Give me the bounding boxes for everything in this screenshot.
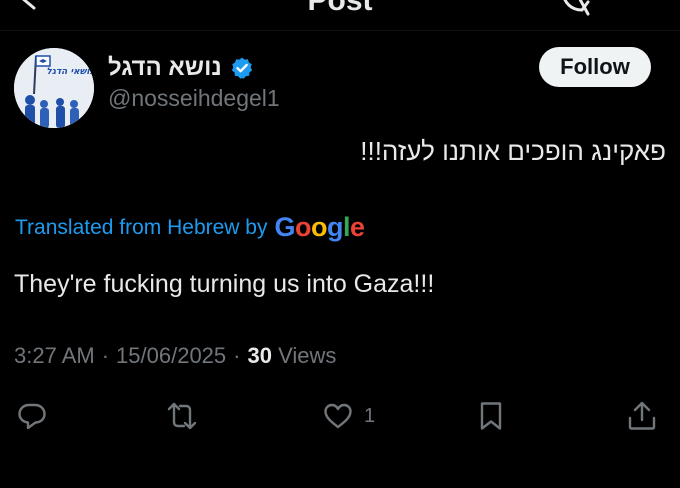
translation-attribution[interactable]: Translated from Hebrew by Google <box>15 212 365 243</box>
author-display-name[interactable]: נושא הדגל <box>108 54 222 82</box>
share-icon <box>628 401 656 430</box>
share-button[interactable] <box>626 398 658 434</box>
heart-icon <box>324 403 352 429</box>
repost-icon <box>167 402 197 430</box>
post-action-bar: 1 <box>0 398 680 438</box>
post-date[interactable]: 15/06/2025 <box>116 343 226 369</box>
like-button[interactable]: 1 <box>322 398 375 434</box>
avatar[interactable]: נושאי הדגל <box>14 48 94 128</box>
post-translated-text: They're fucking turning us into Gaza!!! <box>14 270 435 298</box>
reply-button[interactable] <box>16 398 48 434</box>
views-label: Views <box>278 343 337 368</box>
verified-badge-icon <box>231 57 252 79</box>
repost-button[interactable] <box>166 398 198 434</box>
avatar-logo-text: נושאי הדגל <box>46 67 94 77</box>
like-count: 1 <box>364 404 376 427</box>
bookmark-icon <box>480 402 502 430</box>
avatar-image: נושאי הדגל <box>14 48 94 128</box>
author-handle[interactable]: @nosseihdegel1 <box>108 85 280 112</box>
views-count: 30 <box>247 343 272 368</box>
translation-label: Translated from Hebrew by <box>15 215 268 239</box>
follow-button[interactable]: Follow <box>539 47 651 87</box>
meta-separator: · <box>233 343 241 368</box>
post-time[interactable]: 3:27 AM <box>14 343 95 369</box>
grok-icon[interactable] <box>558 0 592 18</box>
post-original-text: פאקינג הופכים אותנו לעזה!!! <box>360 136 666 166</box>
author-name-row[interactable]: נושא הדגל <box>108 52 254 84</box>
bookmark-button[interactable] <box>475 398 507 434</box>
reply-icon <box>18 403 46 430</box>
meta-separator: · <box>101 343 110 368</box>
top-navigation-bar: Post <box>0 0 680 31</box>
post-metadata: 3:27 AM · 15/06/2025 · 30 Views <box>14 343 336 369</box>
google-logo: Google <box>274 212 365 242</box>
